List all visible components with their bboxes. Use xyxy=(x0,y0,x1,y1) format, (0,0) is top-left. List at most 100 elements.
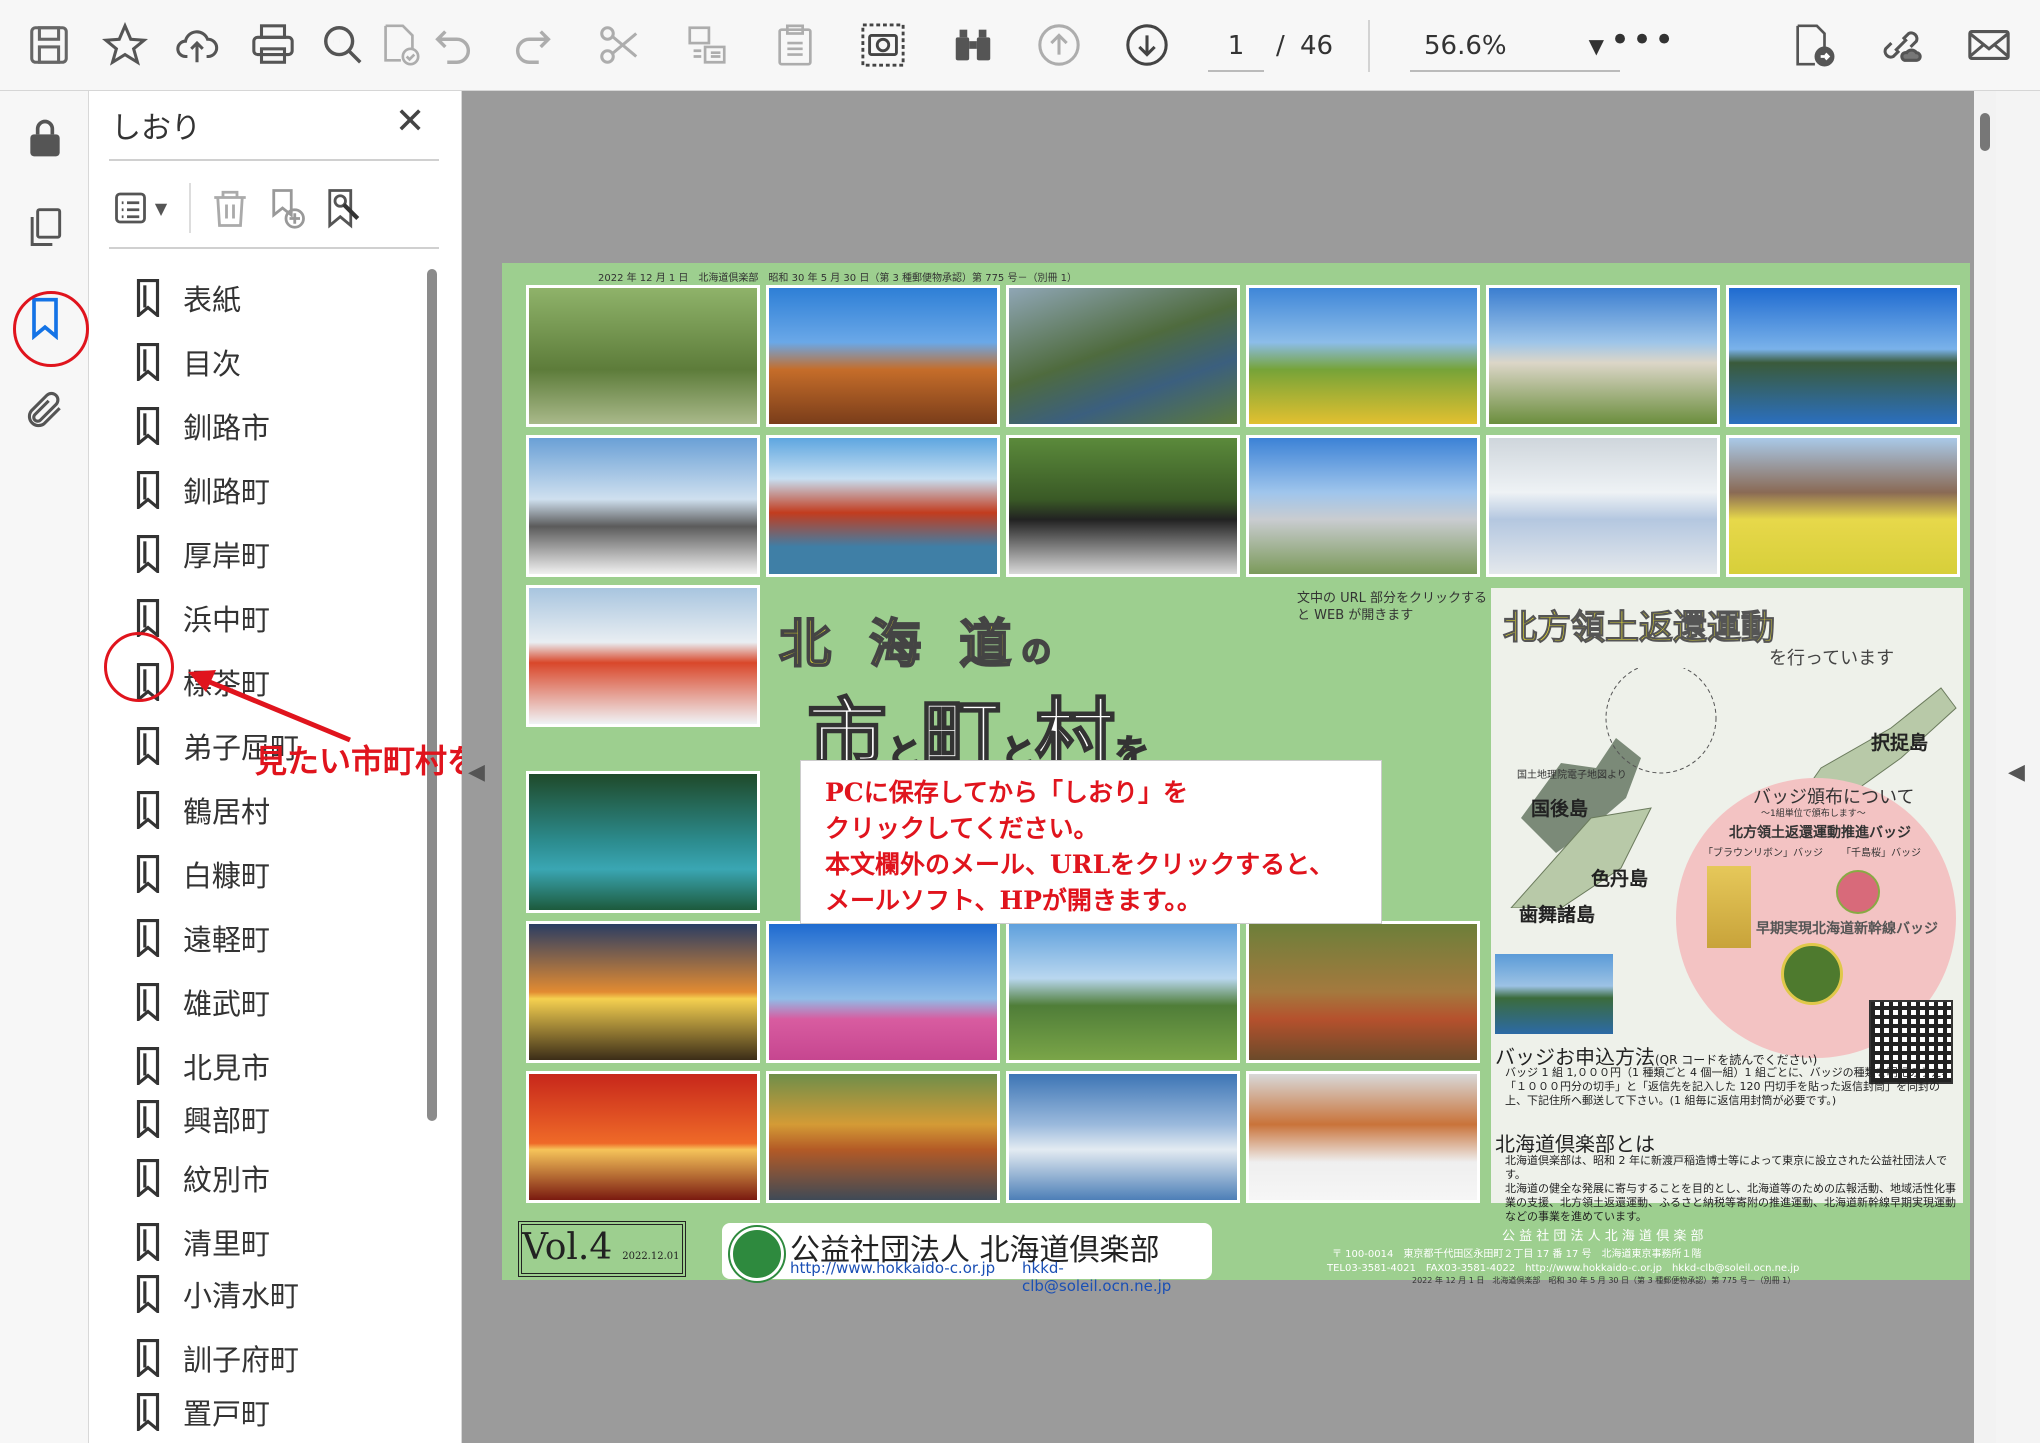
bookmark-item-label: 白糠町 xyxy=(183,859,271,893)
print-icon[interactable] xyxy=(246,18,300,72)
bookmark-item[interactable]: 表紙 xyxy=(135,273,395,323)
mail-icon[interactable] xyxy=(1962,18,2016,72)
instruction-line: 本文欄外のメール、URLをクリックすると、 xyxy=(825,850,1335,879)
add-bookmark-icon[interactable] xyxy=(261,183,311,233)
bookmark-item-icon xyxy=(136,471,160,509)
photo-drift-ice xyxy=(1006,1071,1240,1203)
map-source: 国土地理院電子地図より xyxy=(1517,770,1627,781)
top-toolbar: 1 / 46 56.6% ▼ ••• xyxy=(0,0,2040,91)
find-bookmark-icon[interactable] xyxy=(317,183,367,233)
bookmark-item[interactable]: 小清水町 xyxy=(135,1269,395,1319)
island-kunashiri: 国後島 xyxy=(1531,798,1589,820)
scroll-thumb[interactable] xyxy=(1980,113,1990,151)
shinkansen-badge-icon xyxy=(1781,943,1843,1005)
snapshot-camera-icon[interactable] xyxy=(856,18,910,72)
delete-icon[interactable] xyxy=(205,183,255,233)
photo-sunset-plain xyxy=(526,921,760,1063)
panel-divider xyxy=(109,159,439,161)
photo-daffodils xyxy=(1726,435,1960,577)
bookmark-item[interactable]: 目次 xyxy=(135,337,395,387)
bookmark-item[interactable]: 浜中町 xyxy=(135,593,395,643)
bookmark-item[interactable]: 厚岸町 xyxy=(135,529,395,579)
photo-steam-train xyxy=(1006,435,1240,577)
pages-icon[interactable] xyxy=(18,201,72,255)
club-url-link[interactable]: http://www.hokkaido-c.or.jp xyxy=(790,1259,995,1277)
bookmark-item-icon xyxy=(136,983,160,1021)
bookmark-item-icon xyxy=(136,1339,160,1377)
lock-icon[interactable] xyxy=(18,111,72,165)
link-cloud-icon[interactable] xyxy=(1874,18,1928,72)
bookmark-item[interactable]: 釧路町 xyxy=(135,465,395,515)
island-etorofu: 択捉島 xyxy=(1871,732,1929,754)
apply-text: バッジ 1 組 1,０００円（1 種類ごと 4 個一組）1 組ごとに、バッジの種… xyxy=(1505,1066,1953,1107)
sakura-badge-icon xyxy=(1836,870,1880,914)
club-text-2: 北海道の健全な発展に寄与することを目的とし、北海道等のための広報活動、地域活性化… xyxy=(1505,1182,1956,1223)
bookmark-item[interactable]: 訓子府町 xyxy=(135,1333,395,1383)
collapse-left-icon[interactable]: ◀ xyxy=(468,760,485,785)
footer-tel[interactable]: TEL03-3581-4021 FAX03-3581-4022 http://w… xyxy=(1327,1259,1799,1274)
instruction-box: PCに保存してから「しおり」を クリックしてください。 本文欄外のメール、URL… xyxy=(800,760,1382,924)
photo-curling-hall xyxy=(1486,435,1720,577)
paperclip-icon[interactable] xyxy=(18,383,72,437)
toolbar-divider xyxy=(1368,20,1370,72)
expand-right-panel-icon[interactable]: ◀ xyxy=(2008,760,2025,785)
page-number-input[interactable]: 1 xyxy=(1208,24,1264,72)
title-hokkaido-text: 北 海 道 xyxy=(778,613,1022,676)
close-icon[interactable]: ✕ xyxy=(395,101,425,142)
bookmark-item-label: 紋別市 xyxy=(183,1163,271,1197)
undo-icon[interactable] xyxy=(426,18,480,72)
bookmark-item[interactable]: 釧路市 xyxy=(135,401,395,451)
bookmark-item-icon xyxy=(136,1100,160,1138)
bookmark-item-icon xyxy=(136,1047,160,1085)
footer-address: 〒 100-0014 東京都千代田区永田町２丁目 17 番 17 号 北海道東京… xyxy=(1332,1249,1702,1260)
zoom-select[interactable]: 56.6% ▼ xyxy=(1410,24,1620,72)
document-scrollbar[interactable] xyxy=(1974,91,1996,1443)
bookmark-item[interactable]: 白糠町 xyxy=(135,849,395,899)
bookmark-item[interactable]: 北見市 xyxy=(135,1041,395,1091)
redo-icon[interactable] xyxy=(506,18,560,72)
chevron-down-icon[interactable]: ▼ xyxy=(149,183,173,233)
bookmark-item[interactable]: 雄武町 xyxy=(135,977,395,1027)
chevron-down-icon: ▼ xyxy=(1588,34,1604,58)
ribbon-badge-icon xyxy=(1707,866,1751,948)
spellcheck-icon[interactable] xyxy=(372,18,426,72)
bookmark-item[interactable]: 置戸町 xyxy=(135,1387,395,1437)
bookmark-item-label: 鶴居村 xyxy=(183,795,271,829)
tool-divider xyxy=(189,183,191,233)
title-hokkaido: 北 海 道の xyxy=(778,602,1052,677)
photo-crane xyxy=(526,285,760,427)
page-up-icon[interactable] xyxy=(1032,18,1086,72)
zoom-search-icon[interactable] xyxy=(316,18,370,72)
photo-moss-phlox xyxy=(766,921,1000,1063)
upload-cloud-icon[interactable] xyxy=(170,18,224,72)
badge-option-1: 「ブラウンリボン」バッジ xyxy=(1703,848,1823,859)
scissors-icon[interactable] xyxy=(592,18,646,72)
star-icon[interactable] xyxy=(98,18,152,72)
footer-org: 公 益 社 団 法 人 北 海 道 倶 楽 部 xyxy=(1502,1229,1704,1244)
page-down-icon[interactable] xyxy=(1120,18,1174,72)
more-tools-button[interactable]: ••• xyxy=(1610,20,1676,60)
save-icon[interactable] xyxy=(22,18,76,72)
volume-number: Vol.4 xyxy=(522,1227,613,1268)
bookmark-item[interactable]: 清里町 xyxy=(135,1217,395,1267)
bookmark-item[interactable]: 紋別市 xyxy=(135,1153,395,1203)
bookmark-item[interactable]: 鶴居村 xyxy=(135,785,395,835)
bookmark-item-label: 釧路市 xyxy=(183,411,271,445)
club-mail-link[interactable]: hkkd-clb@soleil.ocn.ne.jp xyxy=(1022,1259,1212,1295)
export-pdf-icon[interactable] xyxy=(1786,18,1840,72)
panel-scrollbar[interactable] xyxy=(427,269,437,1121)
bookmark-item[interactable]: 遠軽町 xyxy=(135,913,395,963)
club-heading: 北海道倶楽部とは xyxy=(1495,1132,1655,1156)
copy-text-icon[interactable] xyxy=(680,18,734,72)
page-header-line: 2022 年 12 月 1 日 北海道倶楽部 昭和 30 年 5 月 30 日（… xyxy=(598,273,1078,284)
bookmark-item-label: 遠軽町 xyxy=(183,923,271,957)
instruction-line: クリックしてください。 xyxy=(825,814,1099,843)
club-banner: 公益社団法人 北海道倶楽部 http://www.hokkaido-c.or.j… xyxy=(722,1223,1212,1295)
pdf-page: 2022 年 12 月 1 日 北海道倶楽部 昭和 30 年 5 月 30 日（… xyxy=(502,263,1970,1295)
bookmark-item[interactable]: 興部町 xyxy=(135,1094,395,1144)
clipboard-icon[interactable] xyxy=(768,18,822,72)
bookmark-item-icon xyxy=(136,279,160,317)
northern-subtitle: を行っています xyxy=(1769,648,1895,669)
highlight-circle xyxy=(104,632,174,702)
binoculars-icon[interactable] xyxy=(946,18,1000,72)
